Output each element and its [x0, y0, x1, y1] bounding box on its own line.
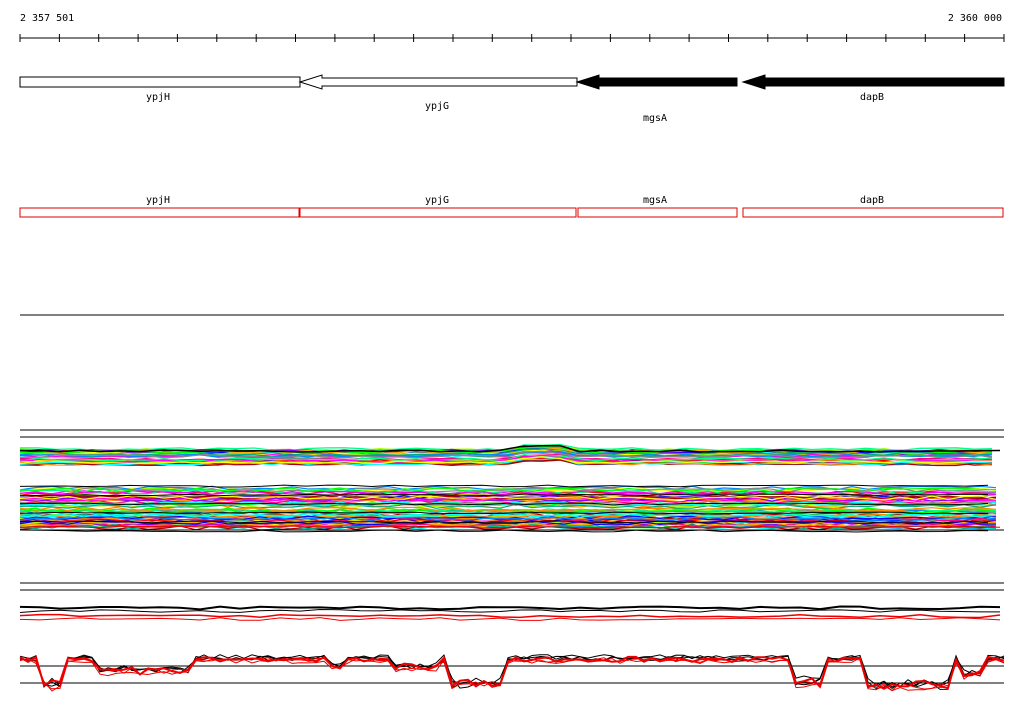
- gene-arrow: [575, 74, 738, 90]
- signal-line: [19, 613, 1001, 619]
- signal-line: [19, 605, 1001, 611]
- genome-browser-view: 2 357 501 2 360 000 ypjH ypjG mgsA dapB …: [0, 0, 1024, 714]
- coordinate-ruler: [19, 34, 1005, 42]
- gene-arrow: [298, 74, 578, 90]
- multicolor-signal-track: [19, 429, 1004, 533]
- gene-label-mgsA: mgsA: [642, 113, 668, 124]
- signal-line: [19, 657, 1005, 692]
- gene-label-ypjH: ypjH: [145, 92, 171, 103]
- signal-line: [19, 657, 1005, 692]
- annotation-label-dapB: dapB: [859, 195, 885, 206]
- annotation-label-ypjH: ypjH: [145, 195, 171, 206]
- gene-label-ypjG: ypjG: [424, 101, 450, 112]
- annotation-box-track: [19, 207, 1004, 218]
- gene-arrow: [741, 74, 1005, 90]
- gene-arrow-track: [19, 74, 1005, 90]
- annotation-box: [299, 207, 577, 218]
- annotation-box: [577, 207, 738, 218]
- gene-arrow: [19, 76, 301, 88]
- annotation-label-ypjG: ypjG: [424, 195, 450, 206]
- black-red-signal-track: [19, 582, 1005, 692]
- annotation-label-mgsA: mgsA: [642, 195, 668, 206]
- annotation-box: [19, 207, 300, 218]
- gene-label-dapB: dapB: [859, 92, 885, 103]
- signal-line: [19, 617, 1001, 621]
- genome-tracks-canvas: [19, 34, 1005, 692]
- annotation-box: [742, 207, 1004, 218]
- signal-line: [19, 608, 1000, 613]
